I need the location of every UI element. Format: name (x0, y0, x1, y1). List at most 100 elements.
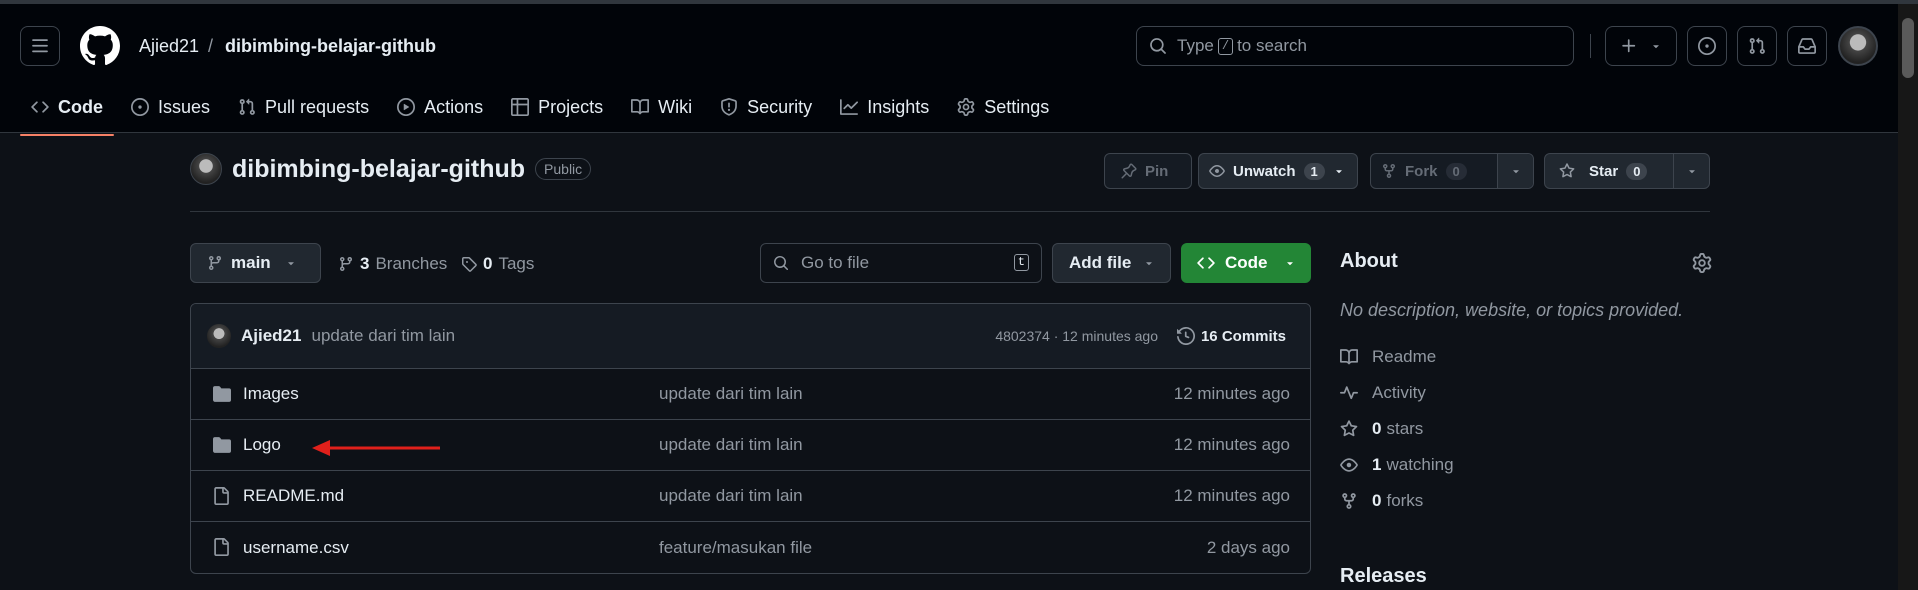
about-item-label: forks (1386, 491, 1424, 510)
star-label: Star (1589, 162, 1619, 180)
about-item-value: 1 (1372, 455, 1382, 474)
tab-pull-requests[interactable]: Pull requests (227, 88, 380, 126)
file-name[interactable]: Images (243, 384, 299, 404)
tab-wiki[interactable]: Wiki (620, 88, 703, 126)
about-readme-link[interactable]: Readme (1340, 339, 1712, 375)
owner-avatar[interactable] (190, 153, 222, 185)
file-commit-message[interactable]: update dari tim lain (659, 486, 803, 506)
pin-button[interactable]: Pin (1104, 153, 1192, 189)
chevron-down-icon (1146, 262, 1153, 266)
menu-button[interactable] (20, 26, 60, 66)
tab-label: Actions (424, 96, 484, 117)
go-to-file-input[interactable]: Go to file t (760, 243, 1042, 283)
search-text-post: to search (1237, 36, 1307, 55)
book-icon (631, 99, 650, 115)
breadcrumb-separator: / (208, 36, 214, 56)
search-icon (1150, 38, 1166, 54)
repo-title-bar: dibimbing-belajar-github Public (190, 153, 592, 185)
branches-link[interactable]: 3 Branches (338, 254, 447, 274)
file-icon (214, 487, 229, 505)
tab-label: Security (747, 96, 813, 117)
branch-select-button[interactable]: main (190, 243, 321, 283)
breadcrumb-owner[interactable]: Ajied21 (139, 36, 199, 57)
file-commit-message[interactable]: update dari tim lain (659, 384, 803, 404)
code-button[interactable]: Code (1181, 243, 1311, 283)
tab-code[interactable]: Code (20, 88, 114, 136)
star-icon (1340, 420, 1358, 437)
file-row-images[interactable]: Images update dari tim lain 12 minutes a… (191, 369, 1310, 420)
folder-icon (213, 386, 231, 402)
user-avatar[interactable] (1838, 26, 1878, 66)
releases-heading[interactable]: Releases (1340, 565, 1427, 588)
add-file-button[interactable]: Add file (1052, 243, 1171, 283)
issues-button[interactable] (1687, 26, 1727, 66)
branch-icon (208, 256, 221, 271)
file-row-username-csv[interactable]: username.csv feature/masukan file 2 days… (191, 522, 1310, 573)
file-row-readme[interactable]: README.md update dari tim lain 12 minute… (191, 471, 1310, 522)
tab-security[interactable]: Security (709, 88, 823, 126)
pulse-icon (1340, 386, 1358, 400)
about-item-label: Activity (1372, 383, 1426, 402)
book-icon (1340, 349, 1358, 365)
about-forks-link[interactable]: 0 forks (1340, 483, 1712, 519)
code-icon (1197, 257, 1215, 269)
tab-label: Wiki (658, 96, 693, 117)
tab-insights[interactable]: Insights (829, 88, 940, 126)
tags-link[interactable]: 0 Tags (461, 254, 534, 274)
global-search-input[interactable]: Type / to search (1136, 26, 1574, 66)
tab-projects[interactable]: Projects (500, 88, 614, 126)
inbox-button[interactable] (1787, 26, 1827, 66)
tab-label: Insights (867, 96, 930, 117)
github-logo-icon[interactable] (80, 26, 120, 66)
commit-hash-time[interactable]: 4802374 · 12 minutes ago (995, 328, 1158, 344)
chevron-down-icon (1653, 45, 1659, 49)
file-name[interactable]: README.md (243, 486, 344, 506)
chevron-down-icon (1512, 170, 1519, 174)
unwatch-button[interactable]: Unwatch 1 (1198, 153, 1358, 189)
search-shortcut-key: / (1217, 37, 1234, 55)
about-stars-link[interactable]: 0 stars (1340, 411, 1712, 447)
fork-button[interactable]: Fork 0 (1370, 153, 1534, 189)
file-date: 12 minutes ago (1173, 384, 1290, 403)
pin-label: Pin (1145, 162, 1169, 180)
commit-message[interactable]: update dari tim lain (311, 326, 455, 346)
about-activity-link[interactable]: Activity (1340, 375, 1712, 411)
tab-settings[interactable]: Settings (946, 88, 1060, 126)
fork-icon (1383, 164, 1395, 179)
tab-actions[interactable]: Actions (386, 88, 494, 126)
file-name[interactable]: username.csv (243, 538, 349, 558)
pull-requests-button[interactable] (1737, 26, 1777, 66)
breadcrumb-repo[interactable]: dibimbing-belajar-github (225, 36, 436, 57)
add-file-label: Add file (1069, 253, 1132, 272)
unwatch-label: Unwatch (1233, 162, 1296, 180)
gear-icon[interactable] (1692, 253, 1712, 273)
global-header: Ajied21 / dibimbing-belajar-github Type … (0, 4, 1898, 136)
chevron-down-icon (287, 262, 294, 266)
eye-icon (1340, 458, 1358, 472)
annotation-arrow-icon (312, 440, 440, 456)
about-item-label: Readme (1372, 347, 1437, 366)
commit-author-avatar[interactable] (207, 324, 231, 348)
about-watching-link[interactable]: 1 watching (1340, 447, 1712, 483)
chevron-down-icon (1688, 170, 1695, 174)
file-commit-message[interactable]: feature/masukan file (659, 538, 812, 558)
file-name[interactable]: Logo (243, 435, 281, 455)
about-panel: About No description, website, or topics… (1340, 250, 1712, 519)
latest-commit-bar: Ajied21 update dari tim lain 4802374 · 1… (191, 304, 1310, 369)
watch-count: 1 (1303, 162, 1325, 180)
tab-issues[interactable]: Issues (120, 88, 221, 126)
tags-label: Tags (498, 254, 535, 273)
create-new-button[interactable] (1605, 26, 1677, 66)
tab-label: Issues (158, 96, 211, 117)
page-scrollbar[interactable] (1898, 4, 1918, 590)
repo-name[interactable]: dibimbing-belajar-github (232, 155, 525, 184)
commits-link[interactable]: 16 Commits (1176, 327, 1286, 345)
scrollbar-thumb[interactable] (1902, 18, 1914, 78)
star-button[interactable]: Star 0 (1544, 153, 1710, 189)
commits-count: 16 Commits (1200, 327, 1286, 345)
commit-author[interactable]: Ajied21 (241, 326, 301, 346)
file-commit-message[interactable]: update dari tim lain (659, 435, 803, 455)
fork-icon (1342, 493, 1356, 509)
search-text-pre: Type (1177, 36, 1214, 55)
about-title: About (1340, 250, 1398, 272)
